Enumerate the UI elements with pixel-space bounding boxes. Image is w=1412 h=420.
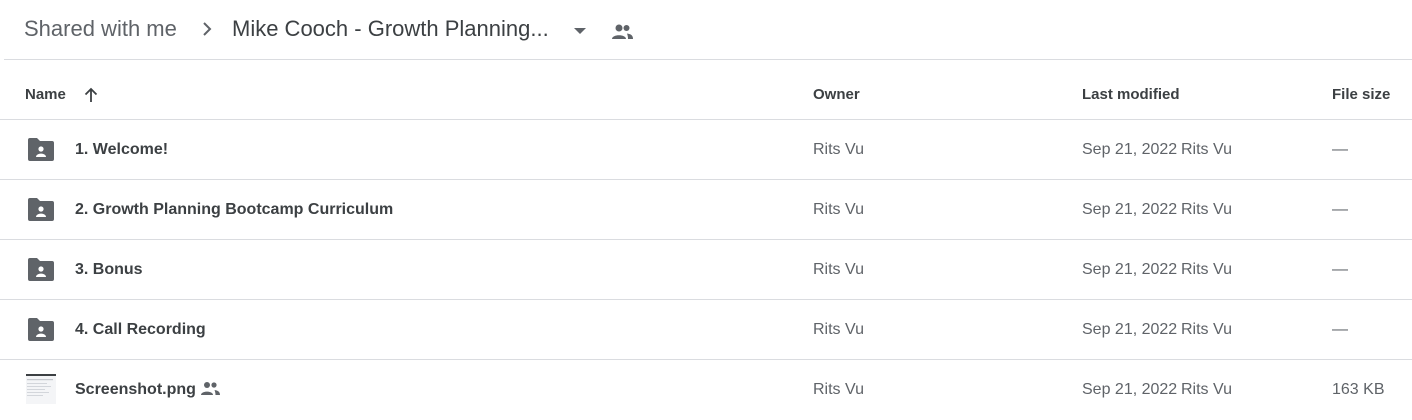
file-row[interactable]: 4. Call Recording Rits Vu Sep 21, 2022 R… [0, 300, 1412, 360]
shared-folder-icon [28, 318, 54, 341]
file-modified-date: Sep 21, 2022 [1082, 261, 1178, 278]
column-file-size-header: File size [1332, 86, 1391, 103]
image-preview-icon [27, 379, 53, 396]
file-modified-date: Sep 21, 2022 [1082, 201, 1178, 218]
file-row[interactable]: 3. Bonus Rits Vu Sep 21, 2022 Rits Vu — [0, 240, 1412, 300]
file-owner: Rits Vu [813, 141, 864, 158]
column-last-modified-header[interactable]: Last modified [1082, 86, 1180, 104]
sort-ascending-arrow-icon[interactable] [82, 86, 100, 104]
file-modified-by: Rits Vu [1181, 321, 1232, 338]
file-owner: Rits Vu [813, 381, 864, 398]
dropdown-arrow-icon[interactable] [571, 22, 589, 40]
file-modified-by: Rits Vu [1181, 381, 1232, 398]
shared-people-icon [201, 382, 220, 395]
file-name[interactable]: Screenshot.png [75, 381, 196, 399]
file-size: — [1332, 141, 1348, 158]
shared-folder-icon [28, 198, 54, 221]
shared-folder-icon [28, 258, 54, 281]
file-name[interactable]: 4. Call Recording [75, 321, 206, 339]
column-header-row: Name Owner Last modified File size [0, 60, 1412, 120]
file-modified-by: Rits Vu [1181, 201, 1232, 218]
file-row[interactable]: 1. Welcome! Rits Vu Sep 21, 2022 Rits Vu… [0, 120, 1412, 180]
column-owner-header: Owner [813, 86, 860, 103]
shared-people-icon[interactable] [610, 22, 634, 42]
file-owner: Rits Vu [813, 321, 864, 338]
file-size: 163 KB [1332, 381, 1385, 398]
file-size: — [1332, 201, 1348, 218]
file-name[interactable]: 2. Growth Planning Bootcamp Curriculum [75, 201, 393, 219]
file-owner: Rits Vu [813, 201, 864, 218]
column-name-header[interactable]: Name [25, 86, 66, 104]
file-size: — [1332, 321, 1348, 338]
shared-folder-icon [28, 138, 54, 161]
file-size: — [1332, 261, 1348, 278]
file-modified-by: Rits Vu [1181, 261, 1232, 278]
drive-header: Shared with me Mike Cooch - Growth Plann… [0, 0, 1412, 59]
file-owner: Rits Vu [813, 261, 864, 278]
file-modified-date: Sep 21, 2022 [1082, 141, 1178, 158]
file-row[interactable]: 2. Growth Planning Bootcamp Curriculum R… [0, 180, 1412, 240]
file-modified-date: Sep 21, 2022 [1082, 321, 1178, 338]
file-list: 1. Welcome! Rits Vu Sep 21, 2022 Rits Vu… [0, 120, 1412, 420]
file-name[interactable]: 1. Welcome! [75, 141, 168, 159]
file-name[interactable]: 3. Bonus [75, 261, 143, 279]
file-modified-date: Sep 21, 2022 [1082, 381, 1178, 398]
breadcrumb-shared-with-me[interactable]: Shared with me [24, 15, 177, 43]
image-thumbnail [26, 374, 56, 404]
file-row[interactable]: Screenshot.png Rits Vu Sep 21, 2022 Rits… [0, 360, 1412, 420]
chevron-right-icon [203, 22, 212, 36]
breadcrumb-current-folder[interactable]: Mike Cooch - Growth Planning... [232, 15, 549, 43]
file-modified-by: Rits Vu [1181, 141, 1232, 158]
